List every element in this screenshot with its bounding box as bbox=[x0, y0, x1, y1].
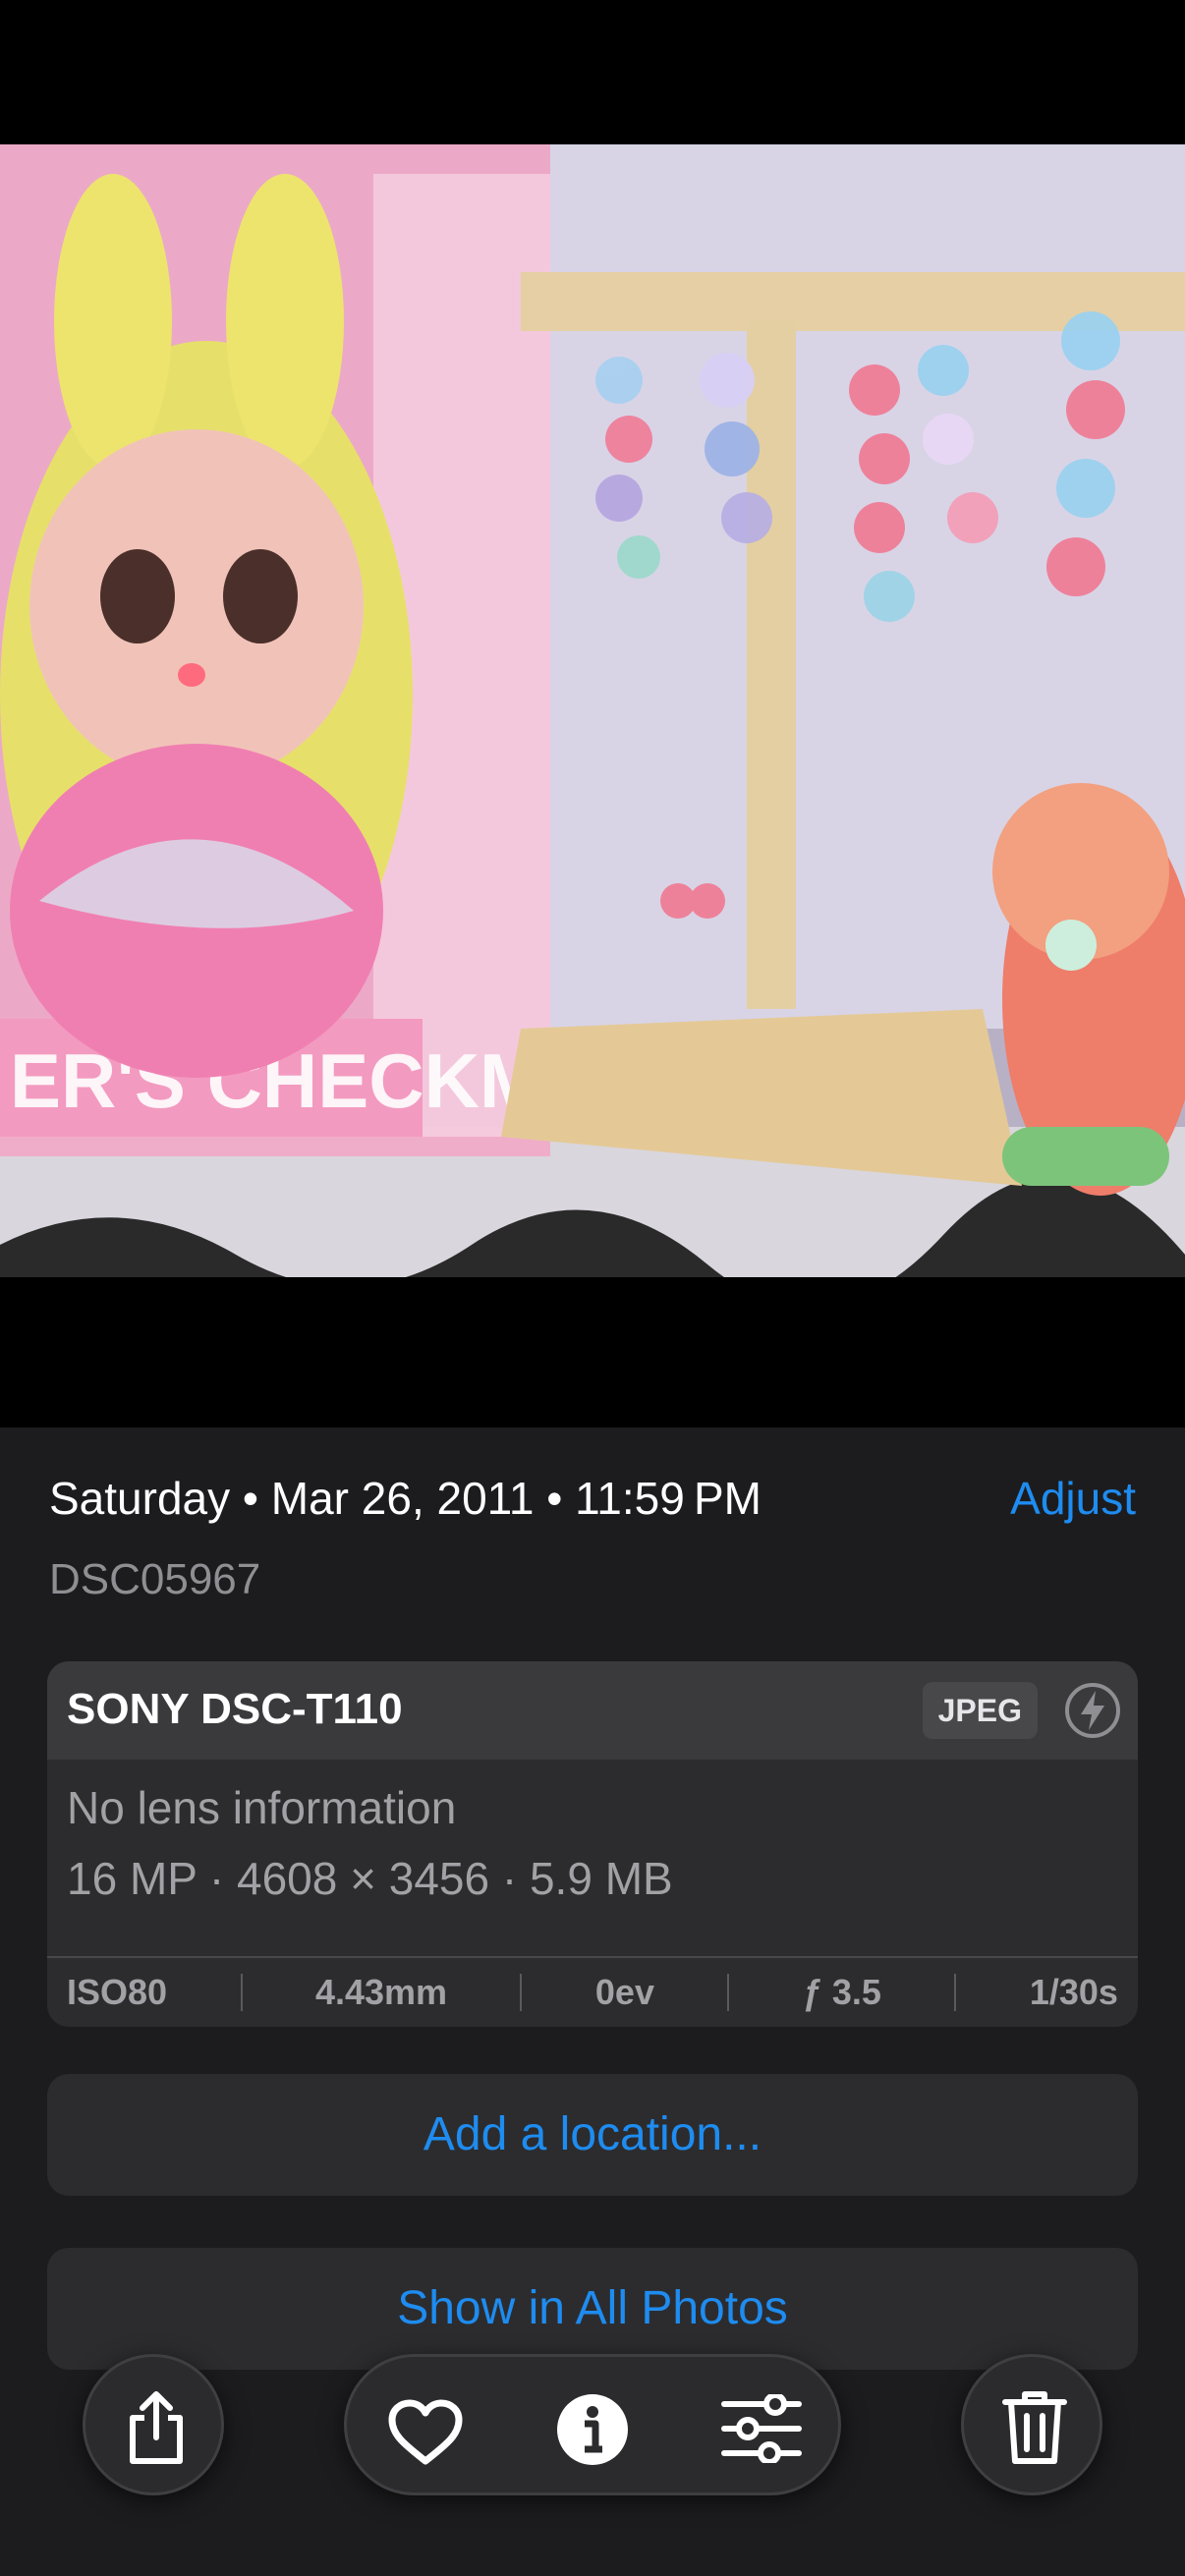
image-specs: 16 MP · 4608 × 3456 · 5.9 MB bbox=[67, 1853, 673, 1904]
sliders-icon[interactable] bbox=[720, 2394, 803, 2463]
delete-button[interactable] bbox=[961, 2354, 1102, 2495]
exif-row: ISO80 4.43mm 0ev ƒ 3.5 1/30s bbox=[47, 1958, 1138, 2027]
action-pill bbox=[344, 2354, 841, 2495]
exif-aperture: ƒ 3.5 bbox=[802, 1972, 881, 2012]
exif-exposure-bias: 0ev bbox=[594, 1972, 654, 2012]
camera-card-header: SONY DSC-T110 JPEG bbox=[47, 1661, 1138, 1760]
exif-focal-length: 4.43mm bbox=[314, 1972, 448, 2012]
camera-info-card: SONY DSC-T110 JPEG No lens information 1… bbox=[47, 1661, 1138, 2027]
show-in-all-photos-button[interactable]: Show in All Photos bbox=[47, 2248, 1138, 2370]
share-icon bbox=[130, 2391, 183, 2464]
format-badge: JPEG bbox=[922, 1682, 1038, 1739]
photo-viewer[interactable]: ER'S CHECKMATE bbox=[0, 144, 1185, 1277]
exif-shutter-speed: 1/30s bbox=[1029, 1972, 1118, 2012]
exif-separator bbox=[240, 1974, 243, 2011]
photo-filename: DSC05967 bbox=[49, 1555, 261, 1603]
exif-iso: ISO80 bbox=[67, 1972, 168, 2012]
trash-icon bbox=[1002, 2391, 1067, 2464]
photo-image: ER'S CHECKMATE bbox=[0, 144, 1185, 1277]
exif-separator bbox=[727, 1974, 730, 2011]
date-row: Saturday • Mar 26, 2011 • 11:59 PM Adjus… bbox=[49, 1472, 1136, 1531]
share-button[interactable] bbox=[83, 2354, 224, 2495]
photo-date: Saturday • Mar 26, 2011 • 11:59 PM bbox=[49, 1473, 762, 1524]
exif-separator bbox=[954, 1974, 957, 2011]
adjust-date-button[interactable]: Adjust bbox=[1010, 1472, 1136, 1525]
heart-icon[interactable] bbox=[386, 2398, 465, 2467]
info-icon[interactable] bbox=[555, 2392, 630, 2467]
lens-info: No lens information bbox=[67, 1782, 457, 1833]
camera-model: SONY DSC-T110 bbox=[67, 1685, 403, 1733]
add-location-button[interactable]: Add a location... bbox=[47, 2074, 1138, 2196]
exif-separator bbox=[520, 1974, 523, 2011]
flash-off-icon bbox=[1065, 1683, 1120, 1738]
